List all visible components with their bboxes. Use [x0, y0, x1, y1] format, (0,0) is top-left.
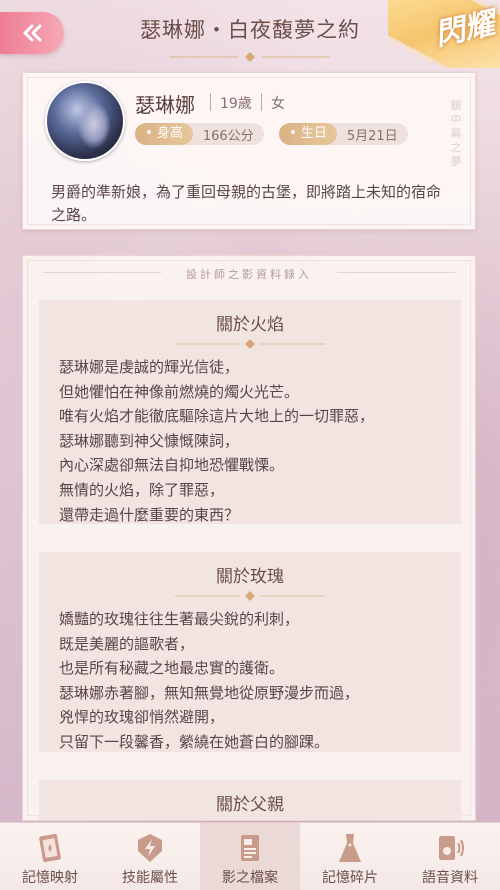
voice-device-icon	[439, 836, 464, 860]
height-value: 166公分	[202, 128, 254, 144]
section-ornament	[175, 339, 325, 349]
section-line: 無情的火焰，除了罪惡，	[59, 480, 225, 499]
divider	[261, 93, 262, 111]
height-pill: • 身高 166公分	[135, 123, 264, 145]
divider	[210, 93, 211, 111]
section-line: 嬌豔的玫瑰往往生著最尖銳的利刺，	[59, 610, 300, 628]
character-name: 瑟琳娜	[135, 93, 195, 117]
section-line: 只留下一段馨香，縈繞在她蒼白的腳踝。	[59, 732, 330, 751]
records-panel[interactable]: 設計師之影資料錄入 關於火焰 瑟琳娜是虔誠的輝光信徒， 但她懼怕在神像前燃燒的燭…	[22, 255, 476, 821]
tab-voice-data[interactable]: 語音資料	[400, 823, 500, 890]
record-section-fire: 關於火焰 瑟琳娜是虔誠的輝光信徒， 但她懼怕在神像前燃燒的燭火光芒。 唯有火焰才…	[39, 300, 461, 524]
section-line: 內心深處卻無法自抑地恐懼戰慄。	[59, 456, 285, 475]
tab-shadow-files[interactable]: 影之檔案	[200, 823, 300, 890]
records-heading: 設計師之影資料錄入	[186, 268, 312, 281]
rarity-badge: 閃耀	[388, 0, 500, 68]
section-line: 瑟琳娜聽到神父慷慨陳詞，	[59, 431, 240, 450]
avatar	[45, 81, 125, 161]
section-line: 還帶走過什麼重要的東西？	[59, 505, 240, 524]
character-age: 19歲	[220, 96, 252, 112]
section-body: 嬌豔的玫瑰往往生著最尖銳的利刺， 既是美麗的謳歌者， 也是所有秘藏之地最忠實的護…	[39, 607, 461, 769]
height-label: • 身高	[135, 123, 193, 145]
tab-label: 影之檔案	[222, 870, 278, 886]
character-gender: 女	[271, 96, 285, 112]
section-title: 關於火焰	[216, 315, 284, 335]
dress-icon	[339, 834, 361, 862]
section-title: 關於父親	[216, 795, 284, 815]
bottom-tab-bar: 記憶映射 技能屬性 影之檔案 記憶碎片 語音資料	[0, 822, 500, 890]
document-icon	[241, 835, 259, 861]
character-description: 男爵的準新娘，為了重回母親的古堡，即將踏上未知的宿命之路。	[51, 183, 442, 224]
profile-card: 瑟琳娜 19歲 女 • 身高 166公分 • 生日 5月21日 鏡中幕之夢 男爵…	[22, 72, 476, 230]
section-line: 也是所有秘藏之地最忠實的護衛。	[59, 659, 285, 678]
tab-label: 語音資料	[422, 870, 478, 886]
section-line: 兇悍的玫瑰卻悄然避開，	[59, 708, 225, 727]
tab-memory-fragments[interactable]: 記憶碎片	[300, 823, 400, 890]
section-ornament	[175, 591, 325, 601]
birthday-value: 5月21日	[346, 128, 398, 144]
memory-card-icon	[39, 833, 61, 863]
section-title: 關於玫瑰	[216, 567, 284, 587]
section-line: 唯有火焰才能徹底驅除這片大地上的一切罪惡，	[59, 407, 375, 426]
section-line: 但她懼怕在神像前燃燒的燭火光芒。	[59, 382, 300, 401]
section-line: 既是美麗的謳歌者，	[59, 634, 195, 653]
tab-label: 技能屬性	[122, 870, 178, 886]
header: 瑟琳娜・白夜馥夢之約 閃耀	[0, 0, 500, 68]
tab-label: 記憶映射	[22, 870, 78, 886]
section-body: 瑟琳娜是虔誠的輝光信徒， 但她懼怕在神像前燃燒的燭火光芒。 唯有火焰才能徹底驅除…	[39, 355, 461, 541]
divider	[337, 272, 455, 273]
lightning-shield-icon	[138, 834, 162, 862]
section-line: 瑟琳娜赤著腳，無知無覺地從原野漫步而過，	[59, 683, 360, 702]
tab-skill-attributes[interactable]: 技能屬性	[100, 823, 200, 890]
title-ornament	[170, 52, 330, 62]
tab-label: 記憶碎片	[322, 870, 378, 886]
tab-memory-mapping[interactable]: 記憶映射	[0, 823, 100, 890]
birthday-pill: • 生日 5月21日	[279, 123, 408, 145]
record-section-father: 關於父親	[39, 780, 461, 820]
vertical-watermark-text: 鏡中幕之夢	[450, 99, 462, 168]
record-section-rose: 關於玫瑰 嬌豔的玫瑰往往生著最尖銳的利刺， 既是美麗的謳歌者， 也是所有秘藏之地…	[39, 552, 461, 752]
section-line: 瑟琳娜是虔誠的輝光信徒，	[59, 358, 240, 376]
birthday-label: • 生日	[279, 123, 337, 145]
